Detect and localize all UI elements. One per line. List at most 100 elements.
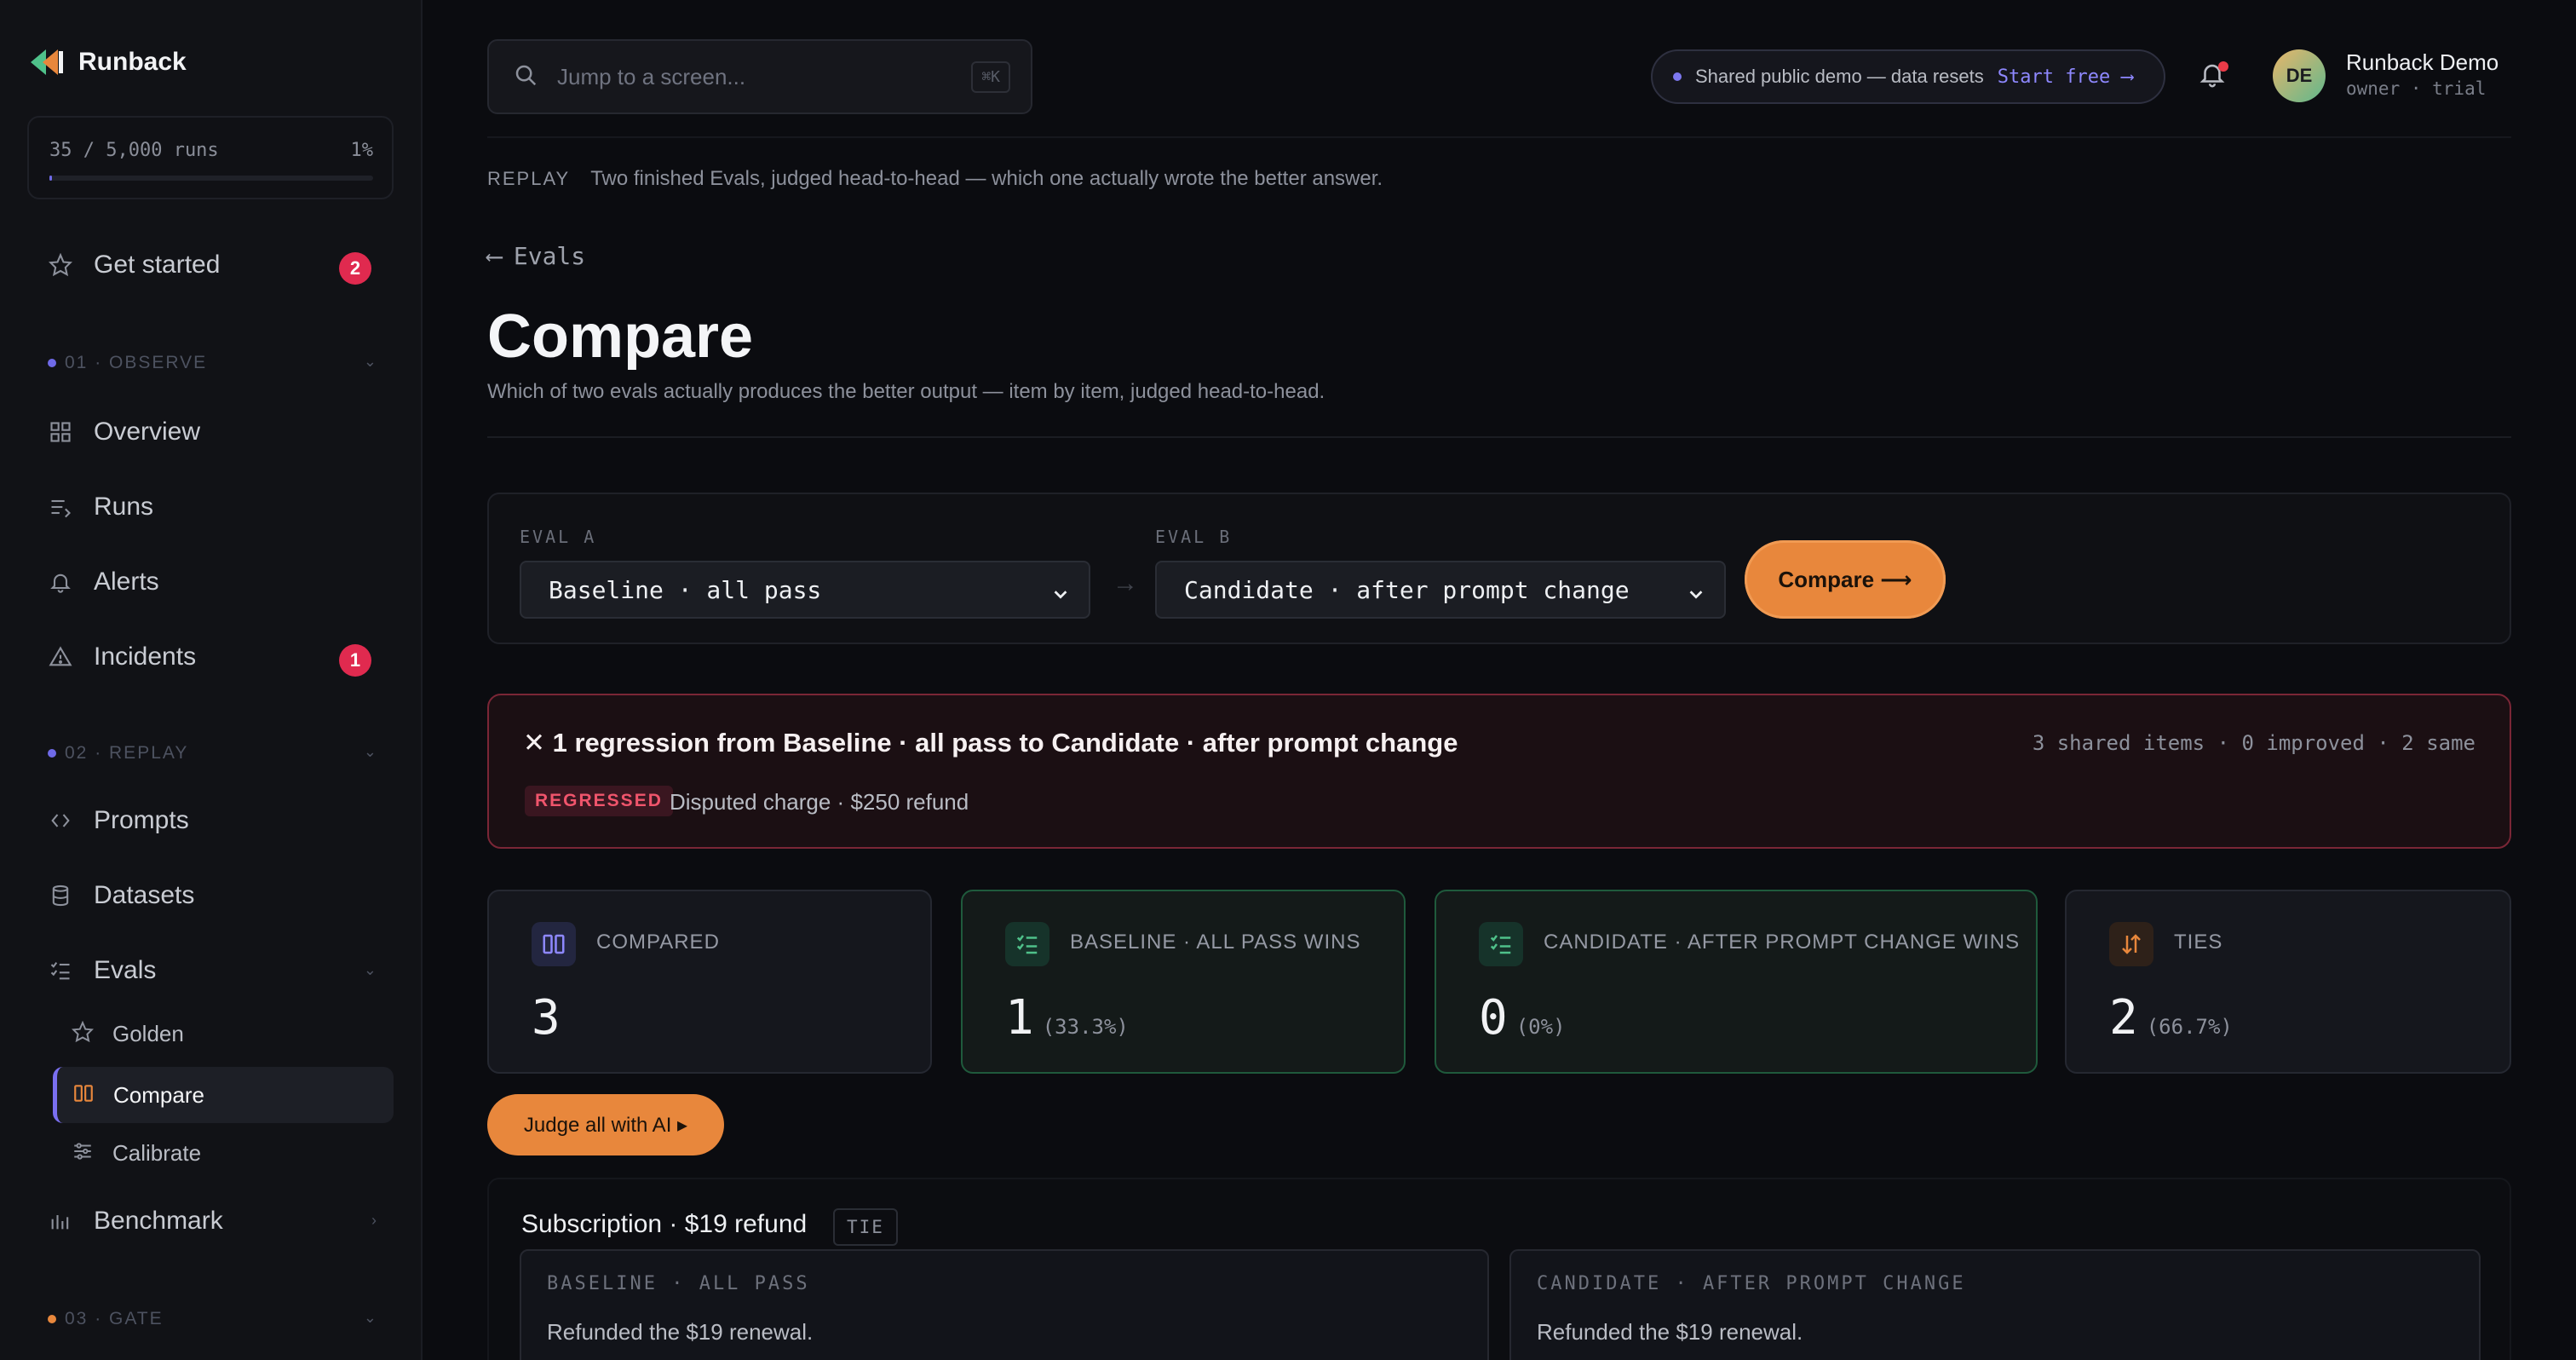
- sidebar-item-compare[interactable]: Compare: [53, 1067, 394, 1123]
- section-label: 01 · OBSERVE: [65, 353, 208, 372]
- user-name[interactable]: Runback Demo: [2346, 49, 2498, 76]
- eval-picker: EVAL A Baseline · all pass → EVAL B Cand…: [487, 493, 2511, 644]
- eval-a-value: Baseline · all pass: [549, 575, 822, 604]
- eval-b-label: EVAL B: [1155, 527, 1233, 547]
- bell-icon: [48, 569, 73, 595]
- stat-label: BASELINE · ALL PASS WINS: [1070, 931, 1361, 954]
- demo-dot: [1673, 72, 1682, 81]
- chevron-down-icon[interactable]: ⌄: [364, 353, 377, 371]
- sidebar: Runback 35 / 5,000 runs 1% Get started 2…: [0, 0, 423, 1360]
- sidebar-item-label: Benchmark: [94, 1207, 223, 1235]
- replay-banner: REPLAY Two finished Evals, judged head-t…: [487, 167, 1383, 191]
- start-free-link[interactable]: Start free ⟶: [1998, 66, 2133, 88]
- answer-text: Refunded the $19 renewal.: [547, 1319, 814, 1345]
- sidebar-item-label: Incidents: [94, 643, 197, 671]
- usage-track: [49, 176, 373, 181]
- sidebar-item-alerts[interactable]: Alerts: [48, 568, 159, 596]
- stat-value: 1 (33.3%): [1005, 990, 1129, 1046]
- section-header-observe[interactable]: 01 · OBSERVE: [48, 353, 207, 373]
- sidebar-item-calibrate[interactable]: Calibrate: [53, 1125, 394, 1181]
- stat-value: 0 (0%): [1479, 990, 1566, 1046]
- sidebar-item-runs[interactable]: Runs: [48, 493, 153, 522]
- chevron-down-icon: [1051, 581, 1070, 600]
- sidebar-item-label: Prompts: [94, 806, 189, 834]
- section-dot: [48, 749, 56, 758]
- sidebar-item-label: Compare: [113, 1081, 204, 1108]
- eval-a-label: EVAL A: [520, 527, 597, 547]
- verdict-badge: TIE: [833, 1208, 898, 1246]
- arrow-right-icon: →: [1113, 569, 1138, 597]
- incidents-badge: 1: [339, 644, 371, 677]
- stat-percent: (66.7%): [2146, 1015, 2233, 1039]
- checklist-icon: [1479, 922, 1523, 966]
- back-label: Evals: [513, 242, 586, 270]
- sidebar-item-label: Golden: [112, 1020, 184, 1046]
- regression-title: ✕ 1 regression from Baseline · all pass …: [523, 728, 1458, 758]
- replay-text: Two finished Evals, judged head-to-head …: [590, 167, 1383, 190]
- usage-label: 35 / 5,000 runs: [49, 140, 219, 161]
- search-input[interactable]: Jump to a screen... ⌘K: [487, 39, 1032, 114]
- avatar[interactable]: DE: [2273, 49, 2326, 102]
- judge-all-button[interactable]: Judge all with AI ▸: [487, 1094, 724, 1155]
- back-link[interactable]: ⟵ Evals: [487, 242, 585, 270]
- sidebar-item-label: Runs: [94, 493, 154, 521]
- brand[interactable]: Runback: [29, 44, 187, 80]
- page-subtitle: Which of two evals actually produces the…: [487, 380, 1325, 403]
- search-icon: [513, 62, 538, 92]
- chevron-down-icon[interactable]: ⌄: [364, 961, 377, 979]
- list-icon: [48, 494, 73, 520]
- sidebar-item-label: Datasets: [94, 881, 195, 909]
- sidebar-item-golden[interactable]: Golden: [53, 1006, 394, 1062]
- stat-card-candidate-wins: CANDIDATE · AFTER PROMPT CHANGE WINS 0 (0…: [1435, 890, 2038, 1074]
- item-title: Subscription · $19 refund: [521, 1210, 808, 1238]
- sidebar-item-prompts[interactable]: Prompts: [48, 806, 189, 835]
- sidebar-item-incidents[interactable]: Incidents: [48, 643, 196, 671]
- chevron-right-icon[interactable]: ›: [371, 1212, 377, 1230]
- warning-icon: [48, 644, 73, 670]
- sidebar-item-evals[interactable]: Evals: [48, 956, 388, 985]
- brand-name: Runback: [78, 48, 187, 76]
- usage-fill: [49, 176, 53, 181]
- database-icon: [48, 883, 73, 908]
- sidebar-item-get-started[interactable]: Get started: [48, 251, 388, 279]
- baseline-answer: BASELINE · ALL PASS Refunded the $19 ren…: [520, 1249, 1489, 1360]
- section-header-gate[interactable]: 03 · GATE: [48, 1309, 164, 1329]
- sort-icon: [2109, 922, 2153, 966]
- usage-meter: 35 / 5,000 runs 1%: [27, 116, 394, 199]
- answer-label: BASELINE · ALL PASS: [547, 1273, 810, 1294]
- sidebar-item-label: Evals: [94, 956, 157, 984]
- stat-label: COMPARED: [596, 931, 720, 954]
- stat-number: 2: [2109, 990, 2138, 1046]
- code-icon: [48, 808, 73, 833]
- star-icon: [48, 252, 73, 278]
- regressed-badge: REGRESSED: [525, 786, 673, 816]
- columns-icon: [72, 1082, 95, 1109]
- stat-card-ties: TIES 2 (66.7%): [2065, 890, 2511, 1074]
- sidebar-item-overview[interactable]: Overview: [48, 418, 200, 447]
- sidebar-item-datasets[interactable]: Datasets: [48, 881, 194, 910]
- chevron-down-icon[interactable]: ⌄: [364, 743, 377, 761]
- usage-percent: 1%: [350, 140, 374, 161]
- divider: [487, 436, 2511, 438]
- replay-tag: REPLAY: [487, 168, 571, 189]
- stat-value: 3: [532, 990, 569, 1046]
- page-title: Compare: [487, 303, 754, 371]
- stat-number: 1: [1005, 990, 1034, 1046]
- get-started-badge: 2: [339, 252, 371, 285]
- eval-b-select[interactable]: Candidate · after prompt change: [1155, 561, 1726, 619]
- candidate-answer: CANDIDATE · AFTER PROMPT CHANGE Refunded…: [1509, 1249, 2481, 1360]
- answer-label: CANDIDATE · AFTER PROMPT CHANGE: [1537, 1273, 1966, 1294]
- compare-button[interactable]: Compare ⟶: [1745, 540, 1946, 619]
- chevron-down-icon[interactable]: ⌄: [364, 1309, 377, 1327]
- runback-logo-icon: [29, 44, 65, 80]
- section-dot: [48, 359, 56, 367]
- sidebar-item-benchmark[interactable]: Benchmark: [48, 1207, 388, 1236]
- eval-a-select[interactable]: Baseline · all pass: [520, 561, 1090, 619]
- regressed-item[interactable]: Disputed charge · $250 refund: [670, 789, 969, 815]
- sidebar-item-label: Overview: [94, 418, 201, 446]
- section-header-replay[interactable]: 02 · REPLAY: [48, 743, 188, 764]
- stat-label: CANDIDATE · AFTER PROMPT CHANGE WINS: [1544, 931, 2021, 954]
- stat-label: TIES: [2174, 931, 2223, 954]
- comparison-item: Subscription · $19 refund TIE BASELINE ·…: [487, 1178, 2511, 1360]
- regression-alert: ✕ 1 regression from Baseline · all pass …: [487, 694, 2511, 849]
